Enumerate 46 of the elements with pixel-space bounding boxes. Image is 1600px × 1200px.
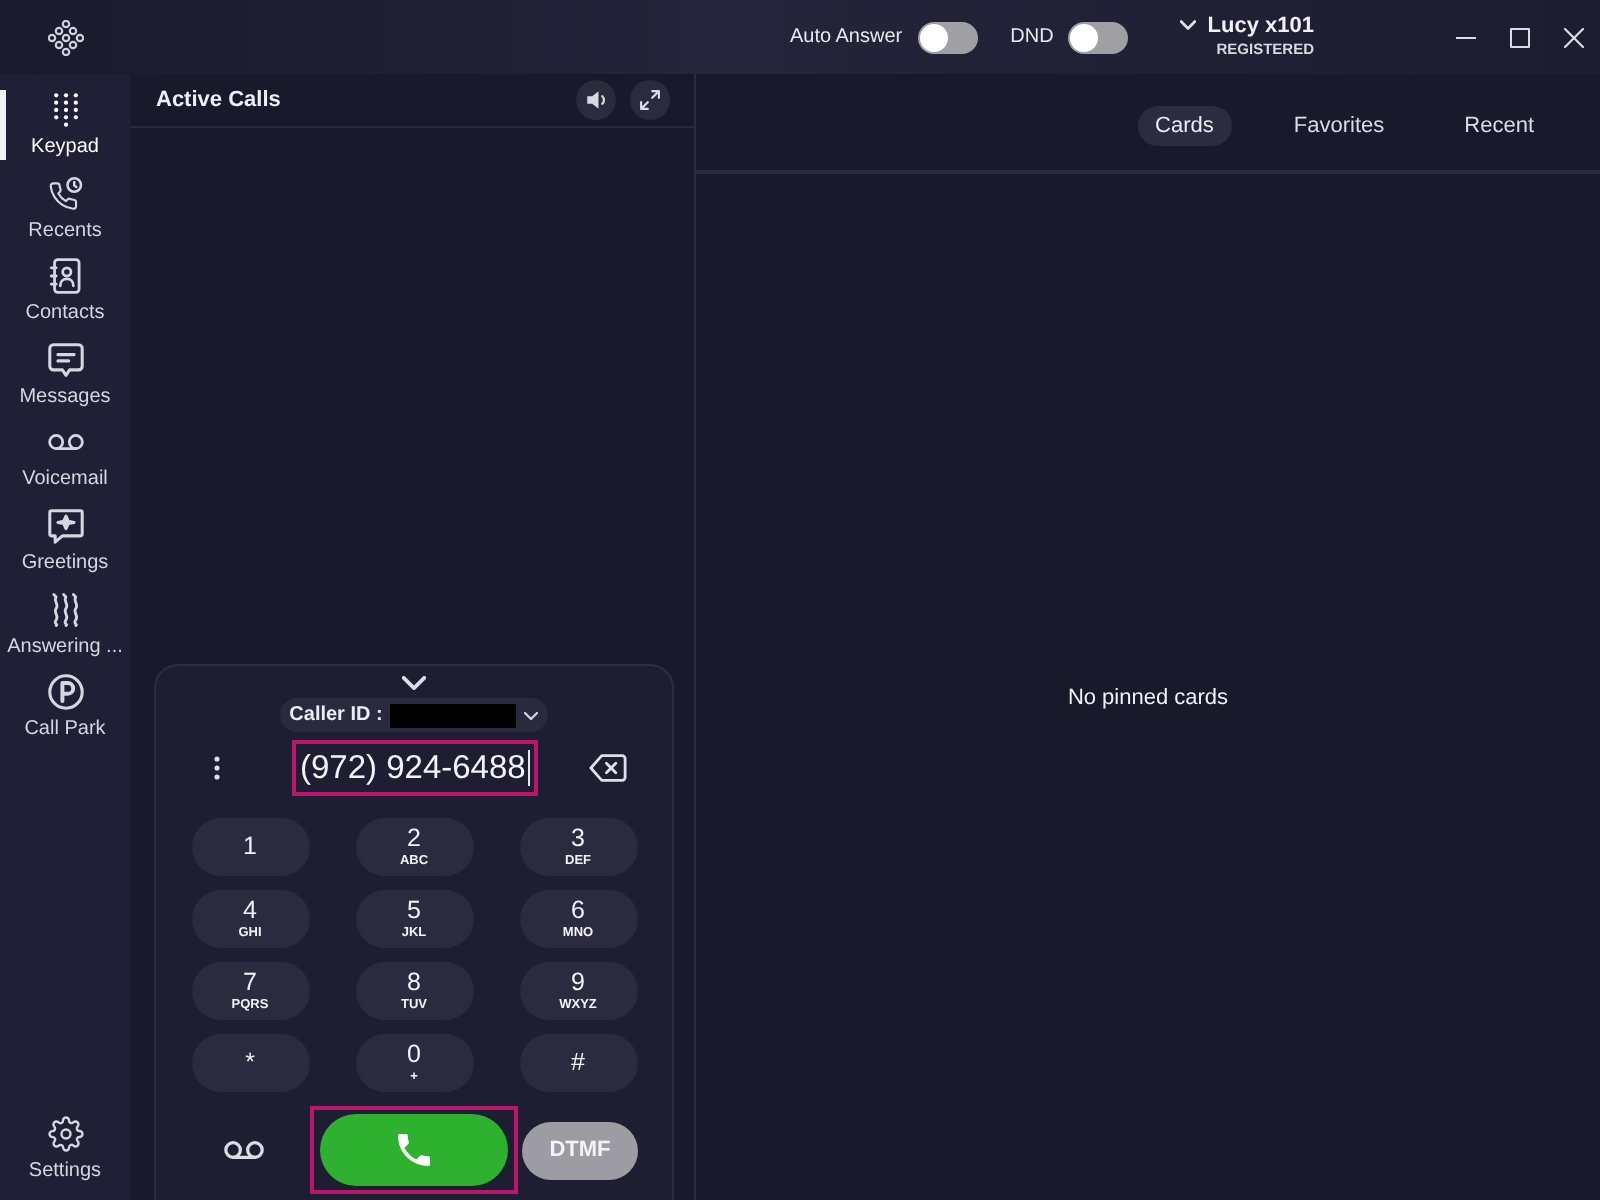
expand-button[interactable] [630,80,670,120]
wavy-lines-icon [47,591,83,628]
auto-answer-label: Auto Answer [789,26,903,48]
sidebar-item[interactable]: Settings [0,1112,130,1200]
sidebar-item[interactable]: Contacts [0,254,130,338]
dial-key[interactable]: 1 [191,818,309,876]
sidebar-item[interactable]: Call Park [0,670,130,754]
contact-book-icon [47,258,83,295]
sidebar-item[interactable]: Recents [0,171,130,255]
logo-icon [48,19,84,55]
tab[interactable]: Favorites [1275,106,1403,146]
chat-bubble-icon [47,341,83,378]
chevron-down-icon[interactable] [402,676,426,690]
auto-answer-toggle[interactable] [918,21,979,53]
settings-icon [47,1116,83,1152]
sidebar-item[interactable]: Greetings [0,503,130,588]
phone-clock-icon [47,175,83,212]
sidebar-item[interactable]: Answering ... [0,587,130,671]
panel-title: Active Calls [156,88,283,112]
backspace-icon[interactable] [588,754,628,782]
tab[interactable]: Recent [1446,106,1552,146]
dnd-toggle[interactable] [1067,21,1128,53]
dial-key[interactable]: # [519,1034,637,1092]
parking-icon [47,674,83,711]
speaker-icon [586,90,606,110]
account-name: Lucy x101 [1207,14,1314,40]
more-options-icon[interactable] [214,756,220,780]
close-icon[interactable] [1563,27,1583,47]
speaker-button[interactable] [576,80,616,120]
number-field[interactable]: (972) 924-6488 [296,744,530,792]
empty-state-message: No pinned cards [1067,686,1229,710]
phone-icon [398,1134,430,1166]
minimize-icon[interactable] [1455,35,1475,39]
chevron-down-icon[interactable] [1179,20,1196,30]
caller-id-dropdown[interactable]: Caller ID : [279,698,549,732]
dnd-label: DND [1010,26,1054,48]
greeting-bubble-icon [47,507,83,544]
voicemail-icon[interactable] [224,1140,264,1160]
maximize-icon[interactable] [1509,27,1529,47]
dial-key[interactable]: * [191,1034,309,1092]
chevron-down-icon [524,711,539,719]
expand-icon [640,90,660,110]
sidebar-item[interactable]: Messages [0,337,130,421]
sidebar-item[interactable]: Voicemail [0,420,130,504]
text-cursor-icon [527,750,530,786]
tab[interactable]: Cards [1137,106,1232,146]
